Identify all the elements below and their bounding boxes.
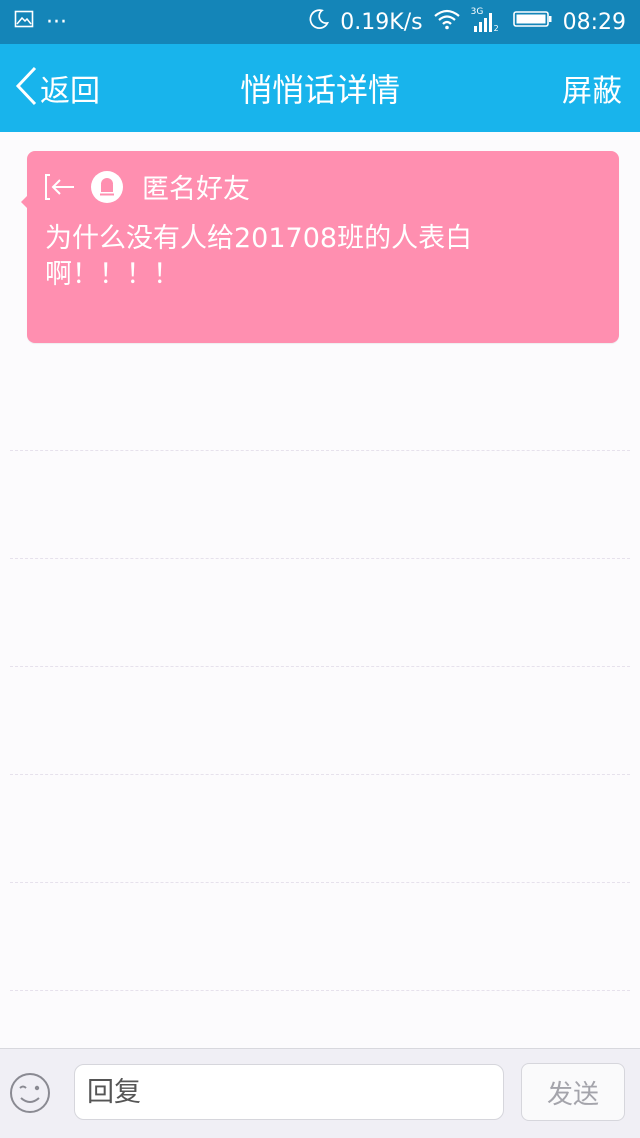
message-area: 匿名好友 为什么没有人给201708班的人表白啊！！！！ [0, 132, 640, 1048]
status-bar: ··· 0.19K/s 3G 2 08:29 [0, 0, 640, 44]
anonymous-avatar-icon [91, 170, 123, 203]
ruled-line [10, 450, 630, 451]
more-notifications-indicator: ··· [46, 9, 67, 35]
message-card: 匿名好友 为什么没有人给201708班的人表白啊！！！！ [21, 151, 619, 343]
wifi-icon [433, 8, 461, 36]
card-tail [21, 195, 28, 209]
ruled-line [10, 774, 630, 775]
battery-icon [512, 9, 553, 35]
reply-arrow-icon[interactable] [43, 172, 77, 202]
sim-slot-number: 2 [493, 24, 499, 33]
ruled-line [10, 666, 630, 667]
block-button[interactable]: 屏蔽 [562, 44, 622, 132]
message-text: 为什么没有人给201708班的人表白啊！！！！ [45, 223, 473, 290]
ruled-line [10, 882, 630, 883]
sender-name: 匿名好友 [142, 174, 250, 205]
chevron-left-icon [14, 65, 38, 111]
clock: 08:29 [562, 9, 626, 35]
image-notification-icon [14, 9, 34, 35]
reply-input[interactable] [74, 1064, 504, 1120]
network-speed: 0.19K/s [340, 9, 423, 35]
reply-composer: 发送 [0, 1048, 640, 1138]
back-button[interactable]: 返回 [14, 44, 100, 132]
emoji-icon[interactable] [8, 1071, 52, 1115]
ruled-line [10, 990, 630, 991]
card-header: 匿名好友 [43, 167, 250, 206]
back-label: 返回 [40, 74, 100, 109]
signal-icon: 3G 2 [471, 7, 503, 35]
moon-icon [308, 8, 330, 36]
send-button[interactable]: 发送 [521, 1063, 625, 1121]
nav-bar: 返回 悄悄话详情 屏蔽 [0, 44, 640, 132]
ruled-line [10, 558, 630, 559]
